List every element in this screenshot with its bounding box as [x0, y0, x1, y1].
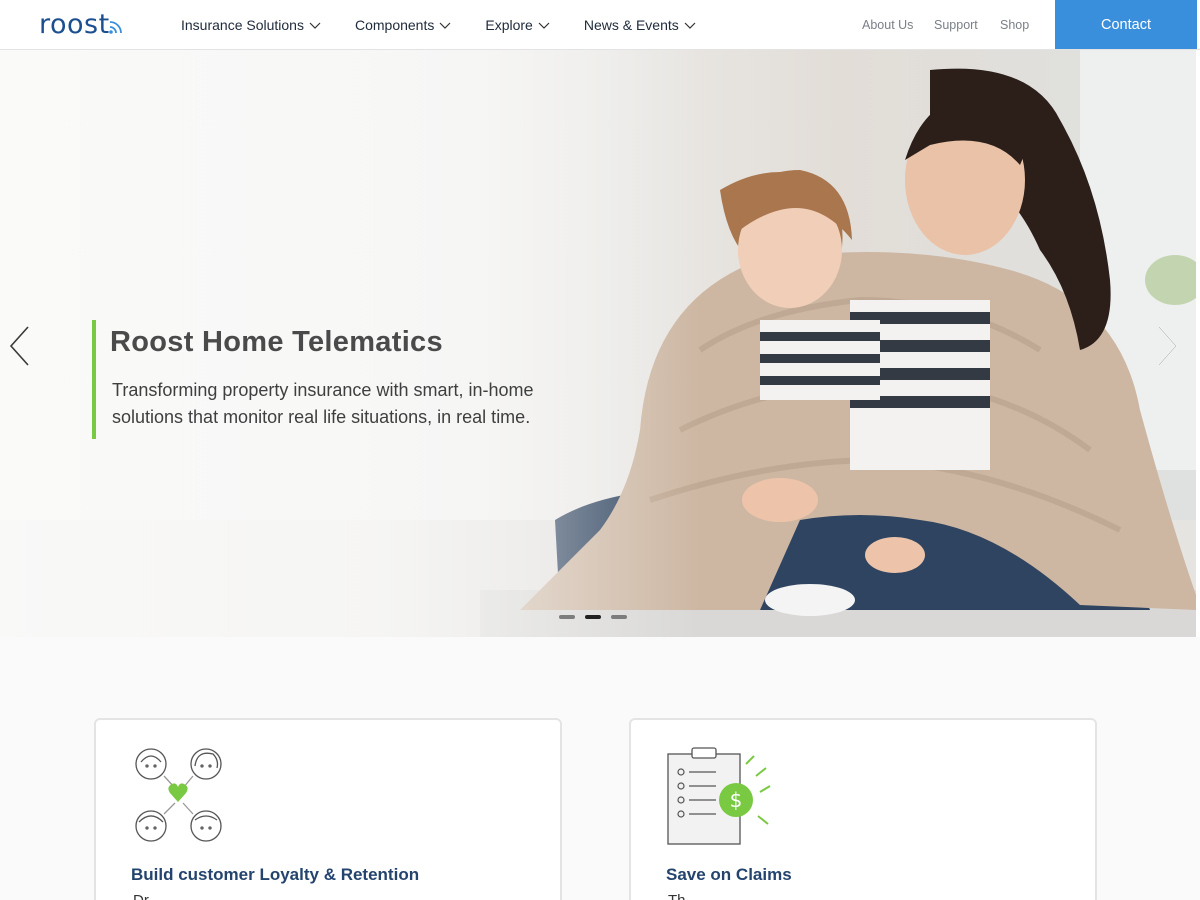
carousel-dot-3[interactable] — [611, 615, 627, 619]
feature-title: Save on Claims — [666, 865, 792, 884]
shop-link[interactable]: Shop — [1000, 0, 1029, 50]
support-link[interactable]: Support — [934, 0, 978, 50]
feature-text: Dr... — [133, 892, 161, 900]
feature-card-loyalty: Build customer Loyalty & Retention Dr... — [94, 718, 562, 900]
logo-text: roost — [39, 8, 110, 40]
feature-text: Th... — [668, 892, 698, 900]
menu-insurance-solutions[interactable]: Insurance Solutions — [181, 17, 321, 33]
hero-title: Roost Home Telematics — [110, 326, 443, 358]
roost-logo[interactable]: roost — [39, 9, 143, 39]
menu-label: Explore — [485, 17, 533, 33]
hero-subtitle: Transforming property insurance with sma… — [112, 380, 534, 427]
chevron-down-icon — [439, 22, 451, 29]
feature-card-claims: $ Save on Claims Th... — [629, 718, 1097, 900]
hero-carousel: Roost Home Telematics Transforming prope… — [0, 50, 1196, 637]
feature-title: Build customer Loyalty & Retention — [131, 865, 420, 884]
chevron-down-icon — [309, 22, 321, 29]
menu-explore[interactable]: Explore — [485, 17, 550, 33]
features-section: Build customer Loyalty & Retention Dr...… — [0, 637, 1200, 900]
carousel-dot-2[interactable] — [585, 615, 601, 619]
menu-label: News & Events — [583, 17, 679, 33]
people-heart-icon — [135, 748, 222, 842]
menu-label: Components — [354, 17, 435, 33]
contact-button[interactable]: Contact — [1055, 0, 1197, 49]
menu-news-events[interactable]: News & Events — [584, 17, 696, 33]
main-menu: Insurance Solutions Components Explore N… — [181, 0, 730, 50]
clipboard-dollar-icon: $ — [667, 747, 771, 845]
chevron-left-icon[interactable] — [8, 325, 30, 367]
hero-caption: Roost Home Telematics Transforming prope… — [92, 320, 592, 439]
chevron-right-icon[interactable] — [1157, 325, 1179, 367]
menu-label: Insurance Solutions — [181, 17, 304, 33]
signal-icon — [108, 21, 122, 34]
carousel-dot-1[interactable] — [559, 615, 575, 619]
chevron-down-icon — [684, 22, 696, 29]
svg-text:$: $ — [730, 788, 743, 812]
chevron-down-icon — [538, 22, 550, 29]
menu-components[interactable]: Components — [355, 17, 451, 33]
carousel-indicators — [559, 615, 637, 619]
top-navigation: roost Insurance Solutions Components Exp… — [0, 0, 1200, 50]
about-us-link[interactable]: About Us — [862, 0, 913, 50]
